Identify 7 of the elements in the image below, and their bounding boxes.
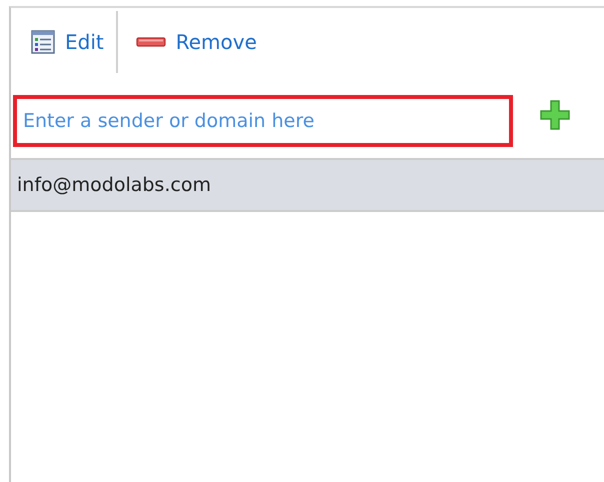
plus-icon[interactable] [539,99,571,131]
edit-button[interactable]: Edit [27,30,108,54]
list-icon [31,30,55,54]
remove-button[interactable]: Remove [132,30,261,54]
sender-list-item[interactable]: info@modolabs.com [11,158,604,212]
sender-input-field[interactable]: Enter a sender or domain here [13,95,513,147]
minus-icon [136,36,166,48]
